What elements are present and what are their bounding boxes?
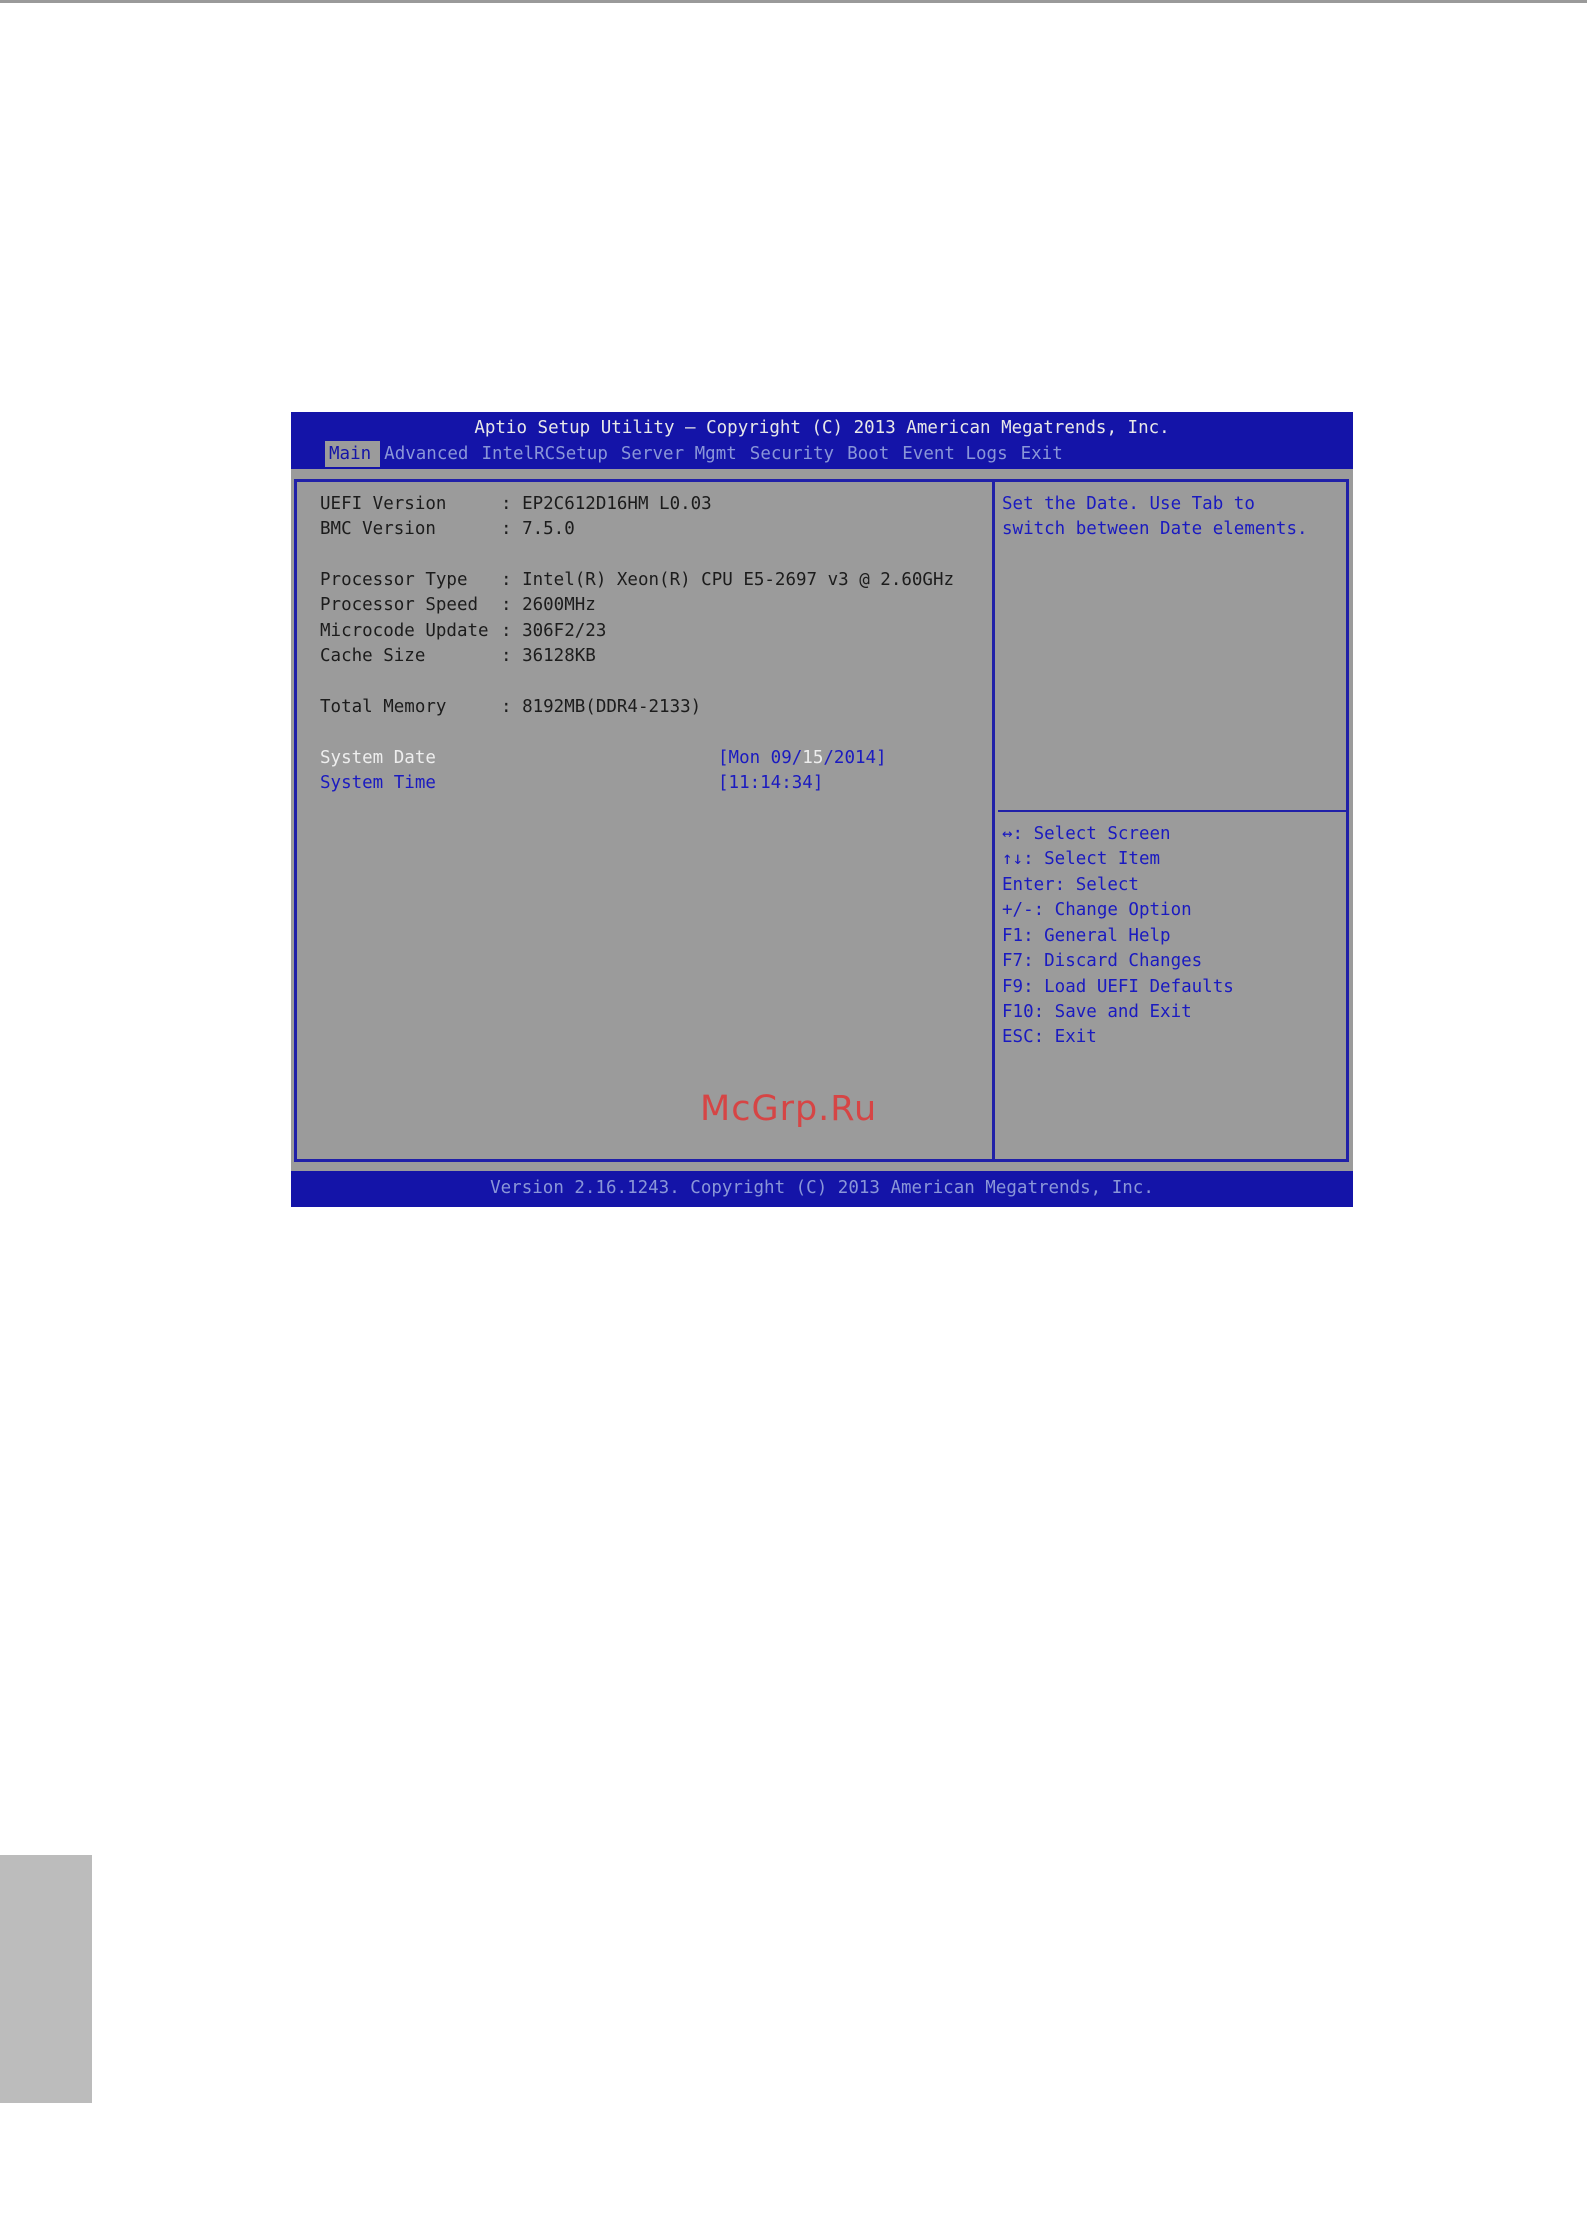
tab-advanced[interactable]: Advanced	[380, 441, 477, 467]
processor-type-value: : Intel(R) Xeon(R) CPU E5-2697 v3 @ 2.60…	[501, 570, 955, 590]
top-rule	[0, 0, 1587, 3]
system-date-day-field[interactable]: 15	[802, 748, 823, 768]
help-panel	[995, 479, 1349, 1162]
total-memory-value: : 8192MB(DDR4-2133)	[501, 697, 702, 717]
help-text-line-1: Set the Date. Use Tab to	[1002, 494, 1255, 514]
bmc-version-value: : 7.5.0	[501, 519, 575, 539]
key-discard-changes: F7: Discard Changes	[1002, 951, 1203, 971]
uefi-version-value: : EP2C612D16HM L0.03	[501, 494, 712, 514]
processor-type-label: Processor Type	[320, 570, 468, 590]
bios-title: Aptio Setup Utility – Copyright (C) 2013…	[474, 418, 1170, 438]
tab-event-logs[interactable]: Event Logs	[898, 441, 1016, 467]
key-change-option: +/-: Change Option	[1002, 900, 1192, 920]
key-load-defaults: F9: Load UEFI Defaults	[1002, 977, 1234, 997]
watermark: McGrp.Ru	[700, 1089, 878, 1129]
system-date-suffix: /2014]	[823, 748, 887, 768]
bios-footer: Version 2.16.1243. Copyright (C) 2013 Am…	[291, 1171, 1353, 1207]
tab-server-mgmt[interactable]: Server Mgmt	[617, 441, 746, 467]
tab-intelrcsetup[interactable]: IntelRCSetup	[477, 441, 616, 467]
key-enter: Enter: Select	[1002, 875, 1139, 895]
footer-version-text: Version 2.16.1243. Copyright (C) 2013 Am…	[490, 1178, 1154, 1198]
processor-speed-label: Processor Speed	[320, 595, 479, 615]
cache-size-value: : 36128KB	[501, 646, 596, 666]
processor-speed-value: : 2600MHz	[501, 595, 596, 615]
system-date-value[interactable]: [Mon 09/15/2014]	[718, 746, 887, 772]
microcode-update-value: : 306F2/23	[501, 621, 607, 641]
tab-boot[interactable]: Boot	[843, 441, 898, 467]
key-general-help: F1: General Help	[1002, 926, 1171, 946]
system-time-value[interactable]: [11:14:34]	[718, 771, 823, 797]
bios-screen: Aptio Setup Utility – Copyright (C) 2013…	[291, 412, 1353, 1207]
tab-main[interactable]: Main	[325, 441, 381, 467]
help-divider	[998, 810, 1348, 812]
tab-security[interactable]: Security	[746, 441, 843, 467]
key-save-exit: F10: Save and Exit	[1002, 1002, 1192, 1022]
total-memory-label: Total Memory	[320, 697, 447, 717]
tab-exit[interactable]: Exit	[1017, 441, 1072, 467]
bios-header: Aptio Setup Utility – Copyright (C) 2013…	[291, 412, 1353, 469]
system-date-prefix: [Mon 09/	[718, 748, 803, 768]
key-select-item: ↑↓: Select Item	[1002, 849, 1161, 869]
system-date-label[interactable]: System Date	[320, 746, 436, 772]
key-select-screen: ↔: Select Screen	[1002, 824, 1171, 844]
key-esc-exit: ESC: Exit	[1002, 1027, 1097, 1047]
help-text-line-2: switch between Date elements.	[1002, 519, 1308, 539]
bmc-version-label: BMC Version	[320, 519, 436, 539]
microcode-update-label: Microcode Update	[320, 621, 489, 641]
side-tab	[0, 1855, 92, 2103]
uefi-version-label: UEFI Version	[320, 494, 447, 514]
cache-size-label: Cache Size	[320, 646, 426, 666]
tab-bar: Main Advanced IntelRCSetup Server Mgmt S…	[325, 441, 1072, 467]
system-time-label[interactable]: System Time	[320, 771, 436, 797]
